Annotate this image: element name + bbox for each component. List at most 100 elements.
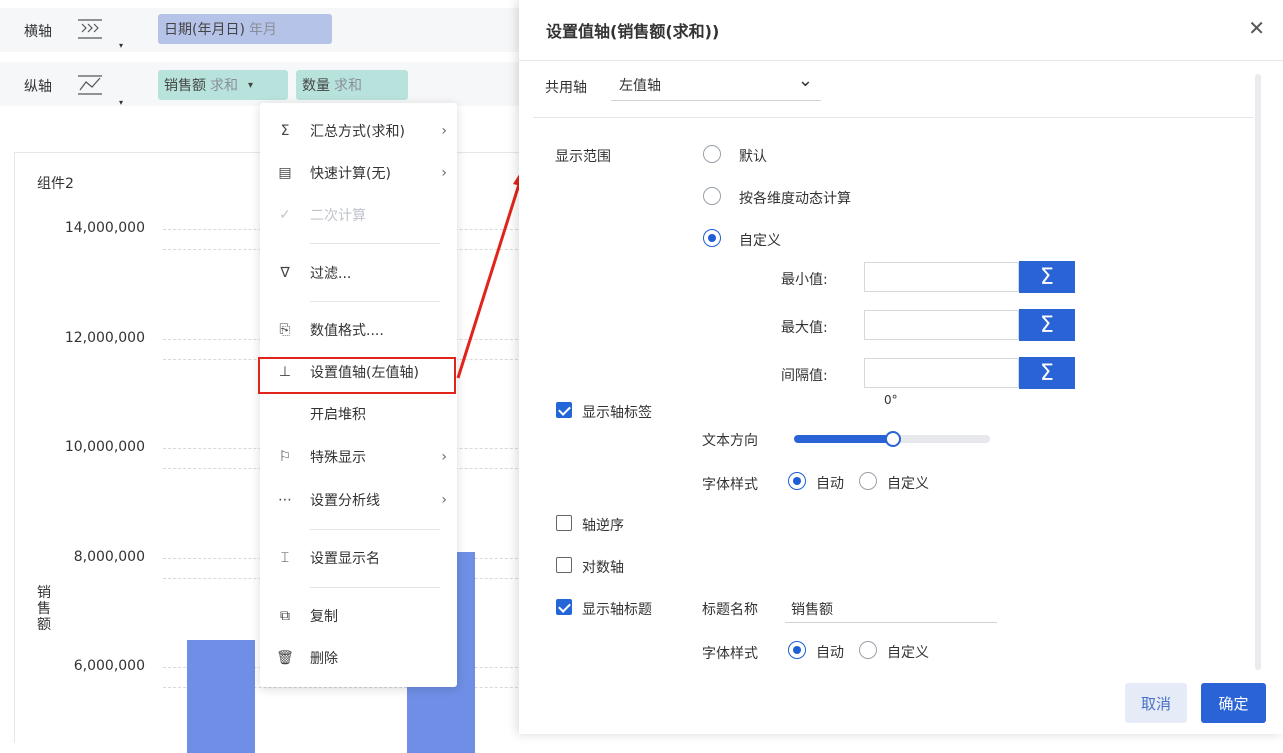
- y-tick-label: 10,000,000: [64, 439, 145, 455]
- max-formula-button[interactable]: Σ: [1019, 309, 1075, 341]
- menu-item-label: 数值格式....: [310, 323, 384, 339]
- show-axis-labels-checkbox[interactable]: [556, 402, 572, 418]
- y-field-pill-sales[interactable]: 销售额 求和 ▾: [158, 70, 288, 100]
- chevron-down-icon[interactable]: ▾: [248, 80, 253, 91]
- x-field-name: 日期(年月日): [164, 22, 245, 38]
- chart-bar[interactable]: [187, 639, 255, 753]
- font-style-auto-radio[interactable]: [788, 472, 806, 490]
- value-axis-dialog: 设置值轴(销售额(求和)) ✕ 共用轴 左值轴 ⌄ 显示范围 默认 按各维度动态…: [519, 0, 1283, 734]
- menu-separator: [310, 301, 440, 302]
- menu-item-label: 汇总方式(求和): [310, 124, 405, 140]
- range-label: 显示范围: [555, 149, 611, 165]
- interval-value-input[interactable]: [864, 358, 1019, 388]
- title-name-input[interactable]: 销售额: [785, 592, 997, 623]
- menu-item-label: 过滤...: [310, 266, 352, 282]
- y-field-name: 销售额: [164, 78, 206, 94]
- reverse-axis-checkbox[interactable]: [556, 515, 572, 531]
- range-dynamic-radio[interactable]: [703, 187, 721, 205]
- show-axis-title-label: 显示轴标题: [582, 602, 652, 618]
- dialog-header: 设置值轴(销售额(求和)) ✕: [519, 0, 1283, 61]
- font-style-custom-radio[interactable]: [859, 472, 877, 490]
- menu-item-label: 开启堆积: [310, 407, 366, 423]
- font-style-auto-radio[interactable]: [788, 641, 806, 659]
- context-menu: Σ 汇总方式(求和) › ▤ 快速计算(无) › ✓ 二次计算 ∇ 过滤... ⎘ 数值格式.... ⊥…: [260, 103, 457, 687]
- max-value-input[interactable]: [864, 310, 1019, 340]
- y-axis-title: 销售额: [37, 585, 51, 633]
- menu-item-label: 快速计算(无): [310, 166, 391, 182]
- min-formula-button[interactable]: Σ: [1019, 261, 1075, 293]
- title-name-label: 标题名称: [702, 602, 758, 618]
- cancel-button[interactable]: 取消: [1125, 683, 1187, 723]
- ok-button[interactable]: 确定: [1201, 683, 1266, 723]
- show-axis-title-checkbox[interactable]: [556, 599, 572, 615]
- sum-icon: Σ: [280, 123, 290, 139]
- menu-item[interactable]: 开启堆积: [260, 397, 457, 431]
- calculator-icon: ▤: [278, 165, 292, 181]
- menu-item[interactable]: Σ 汇总方式(求和) ›: [260, 114, 457, 148]
- slider-handle[interactable]: [885, 431, 901, 447]
- x-field-sub: 年月: [248, 22, 277, 38]
- font-style-custom-radio[interactable]: [859, 641, 877, 659]
- close-icon[interactable]: ✕: [1248, 16, 1265, 40]
- menu-separator: [310, 243, 440, 244]
- font-style-label: 字体样式: [702, 477, 758, 493]
- y-tick-label: 12,000,000: [64, 329, 145, 346]
- range-default-radio[interactable]: [703, 145, 721, 163]
- menu-item-label: 二次计算: [310, 208, 366, 224]
- range-custom-radio[interactable]: [703, 229, 721, 247]
- show-axis-labels-label: 显示轴标签: [582, 405, 652, 421]
- range-custom-label: 自定义: [739, 233, 781, 249]
- y-field-sub: 求和: [334, 78, 362, 94]
- y-axis-row: 纵轴 ▾ 销售额 求和 ▾ 数量 求和: [0, 62, 520, 107]
- menu-item: ✓ 二次计算: [260, 198, 457, 232]
- menu-item[interactable]: ⎘ 数值格式....: [260, 313, 457, 347]
- shared-axis-value: 左值轴: [619, 78, 661, 94]
- y-field-pill-quantity[interactable]: 数量 求和: [296, 70, 408, 100]
- analysis-line-icon: ⋯: [278, 492, 292, 508]
- dialog-title: 设置值轴(销售额(求和)): [546, 22, 720, 41]
- scrollbar[interactable]: [1255, 74, 1261, 670]
- x-axis-field-pill[interactable]: 日期(年月日) 年月: [158, 14, 332, 44]
- min-value-input[interactable]: [864, 262, 1019, 292]
- y-tick-label: 8,000,000: [73, 548, 145, 565]
- menu-item[interactable]: ▤ 快速计算(无) ›: [260, 156, 457, 190]
- x-axis-label: 横轴: [24, 24, 52, 40]
- menu-separator: [310, 529, 440, 530]
- y-axis-label: 纵轴: [24, 79, 52, 95]
- highlight-box: [258, 357, 456, 394]
- filter-icon: ∇: [280, 265, 290, 281]
- flag-icon: ⚐: [278, 449, 292, 465]
- range-dynamic-label: 按各维度动态计算: [739, 191, 851, 207]
- menu-item[interactable]: ⧉ 复制: [260, 599, 457, 633]
- interval-formula-button[interactable]: Σ: [1019, 357, 1075, 389]
- y-field-name: 数量: [302, 78, 330, 94]
- min-label: 最小值:: [781, 272, 828, 288]
- chevron-right-icon: ›: [441, 492, 447, 508]
- menu-item-label: 复制: [310, 609, 338, 625]
- x-axis-caret-icon[interactable]: ▾: [119, 41, 123, 50]
- x-axis-type-icon[interactable]: [76, 18, 104, 40]
- menu-item-label: 设置分析线: [310, 493, 380, 509]
- title-name-value: 销售额: [791, 602, 833, 618]
- font-style-auto-label: 自动: [816, 476, 844, 492]
- number-format-icon: ⎘: [279, 322, 291, 338]
- menu-item[interactable]: ⋯ 设置分析线 ›: [260, 483, 457, 517]
- font-style-custom-label: 自定义: [887, 645, 929, 661]
- max-label: 最大值:: [781, 320, 828, 336]
- font-style-label: 字体样式: [702, 646, 758, 662]
- menu-item-label: 特殊显示: [310, 450, 366, 466]
- menu-item[interactable]: ⌶ 设置显示名: [260, 541, 457, 575]
- text-direction-slider[interactable]: [794, 431, 990, 447]
- display-name-icon: ⌶: [280, 550, 290, 566]
- menu-item[interactable]: ∇ 过滤...: [260, 256, 457, 290]
- reverse-axis-label: 轴逆序: [582, 518, 624, 534]
- chevron-right-icon: ›: [441, 123, 447, 139]
- y-axis-type-icon[interactable]: [76, 74, 104, 96]
- trash-icon: 🗑: [276, 650, 294, 666]
- log-axis-checkbox[interactable]: [556, 557, 572, 573]
- menu-item[interactable]: 🗑 删除: [260, 641, 457, 675]
- menu-item-label: 删除: [310, 651, 338, 667]
- y-axis-caret-icon[interactable]: ▾: [119, 98, 123, 107]
- menu-item[interactable]: ⚐ 特殊显示 ›: [260, 440, 457, 474]
- shared-axis-select[interactable]: 左值轴 ⌄: [611, 70, 821, 101]
